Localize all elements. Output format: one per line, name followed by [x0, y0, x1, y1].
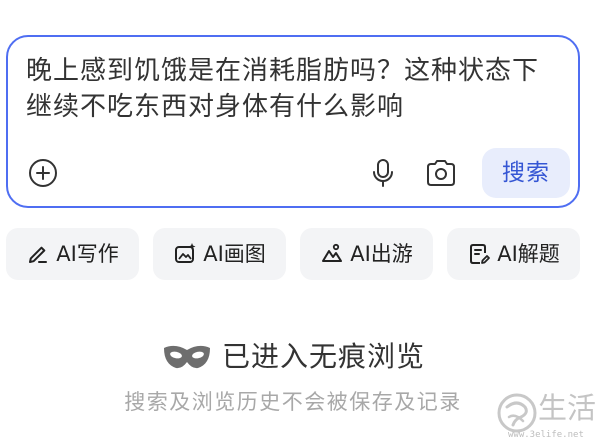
camera-icon[interactable]: [424, 158, 458, 188]
tool-ai-writing[interactable]: AI写作: [6, 228, 139, 280]
search-input[interactable]: 晚上感到饥饿是在消耗脂肪吗？这种状态下继续不吃东西对身体有什么影响: [26, 53, 562, 125]
image-icon: [175, 243, 196, 263]
tool-label: AI解题: [497, 242, 560, 266]
pen-icon: [29, 246, 48, 263]
tool-label: AI出游: [350, 242, 413, 266]
tool-label: AI画图: [203, 242, 266, 266]
solve-icon: [470, 244, 491, 264]
tool-ai-travel[interactable]: AI出游: [300, 228, 433, 280]
watermark-url: www.3elife.net: [508, 430, 584, 440]
travel-icon: [322, 243, 343, 262]
search-button[interactable]: 搜索: [482, 148, 570, 198]
tool-ai-drawing[interactable]: AI画图: [153, 228, 286, 280]
microphone-icon[interactable]: [368, 157, 398, 189]
watermark-brand: 生活: [538, 391, 597, 425]
mask-icon: [162, 342, 212, 372]
plus-circle-icon[interactable]: [27, 157, 59, 189]
tool-label: AI写作: [56, 242, 119, 266]
search-box: 晚上感到饥饿是在消耗脂肪吗？这种状态下继续不吃东西对身体有什么影响 搜索: [6, 35, 580, 208]
tool-ai-solve[interactable]: AI解题: [447, 228, 580, 280]
incognito-title: 已进入无痕浏览: [222, 340, 426, 373]
